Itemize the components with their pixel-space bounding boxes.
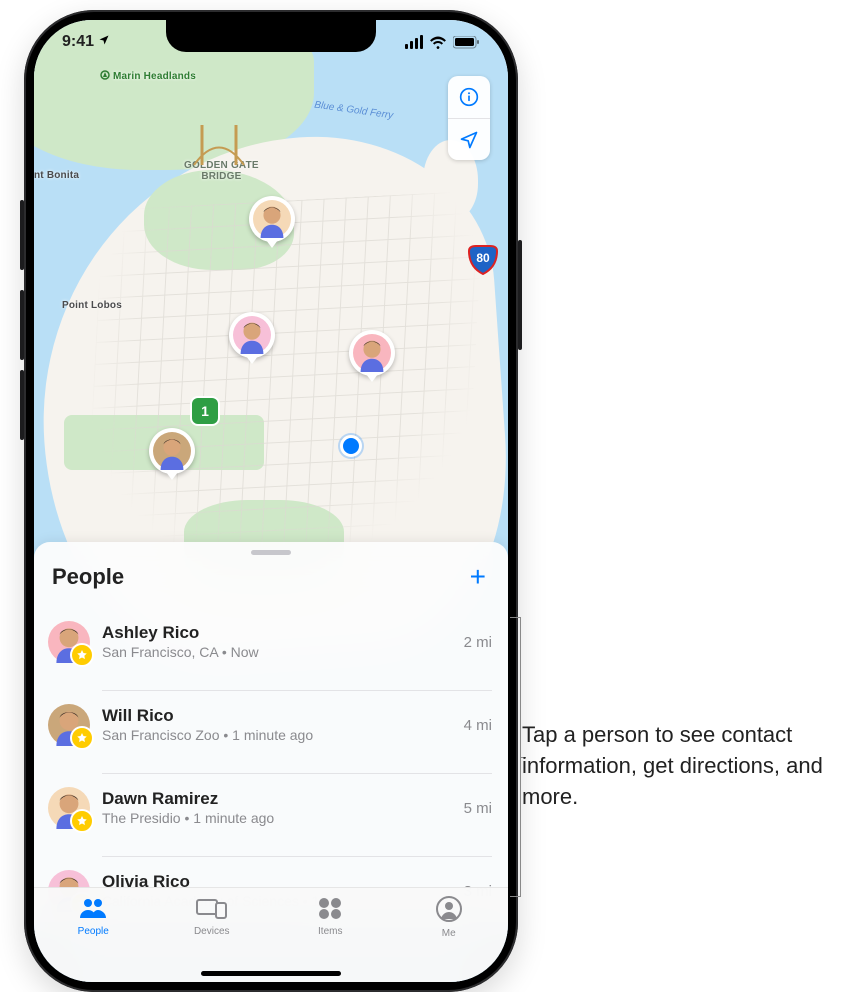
favorite-star-icon [70,809,94,833]
map-person-pin[interactable] [229,312,275,358]
person-distance: 2 mi [464,634,492,651]
map-info-button[interactable] [448,76,490,118]
person-distance: 4 mi [464,717,492,734]
person-subtitle: The Presidio • 1 minute ago [102,810,452,827]
battery-icon [453,36,480,49]
map-person-pin[interactable] [249,196,295,242]
person-row[interactable]: Dawn Ramirez The Presidio • 1 minute ago… [48,766,508,849]
people-list: Ashley Rico San Francisco, CA • Now 2 mi… [34,601,508,922]
favorite-star-icon [70,643,94,667]
sheet-title: People [52,564,124,590]
route-shield-1: 1 [192,398,218,424]
map-label-marin: Marin Headlands [100,70,196,82]
current-location-dot [340,435,362,457]
person-subtitle: San Francisco, CA • Now [102,644,452,661]
person-name: Ashley Rico [102,623,452,643]
location-arrow-icon [98,33,110,51]
tab-people[interactable]: People [34,888,153,966]
tab-bar: People Devices Items [34,887,508,982]
person-name: Will Rico [102,706,452,726]
tab-me[interactable]: Me [390,888,509,966]
avatar [48,787,90,829]
home-indicator[interactable] [201,971,341,976]
people-icon [78,896,108,923]
favorite-star-icon [70,726,94,750]
map-controls [448,76,490,160]
me-icon [436,896,462,925]
tab-devices[interactable]: Devices [153,888,272,966]
map-label-bonita: nt Bonita [34,170,79,181]
add-person-button[interactable]: + [466,563,490,591]
person-subtitle: San Francisco Zoo • 1 minute ago [102,727,452,744]
map-person-pin[interactable] [149,428,195,474]
items-icon [317,896,343,923]
notch [166,20,376,52]
cell-signal-icon [405,35,423,49]
golden-gate-bridge-icon [184,110,254,180]
person-name: Dawn Ramirez [102,789,452,809]
devices-icon [196,896,228,923]
people-sheet[interactable]: People + Ashley Rico San Francisco, CA •… [34,542,508,922]
clock: 9:41 [62,33,94,51]
map-person-pin[interactable] [349,330,395,376]
avatar [48,704,90,746]
screen: 9:41 [34,20,508,982]
callout-text: Tap a person to see contact information,… [522,720,832,812]
person-row[interactable]: Ashley Rico San Francisco, CA • Now 2 mi [48,601,508,683]
avatar [48,621,90,663]
person-row[interactable]: Will Rico San Francisco Zoo • 1 minute a… [48,683,508,766]
map-label-lobos: Point Lobos [62,300,122,311]
wifi-icon [429,36,447,49]
person-distance: 5 mi [464,800,492,817]
tab-items[interactable]: Items [271,888,390,966]
map-label-ferry: Blue & Gold Ferry [314,100,394,122]
sheet-grabber[interactable] [251,550,291,555]
map-locate-button[interactable] [448,118,490,160]
route-shield-80: 80 [468,245,498,275]
iphone-frame: 9:41 [24,10,518,992]
svg-text:80: 80 [476,251,490,265]
